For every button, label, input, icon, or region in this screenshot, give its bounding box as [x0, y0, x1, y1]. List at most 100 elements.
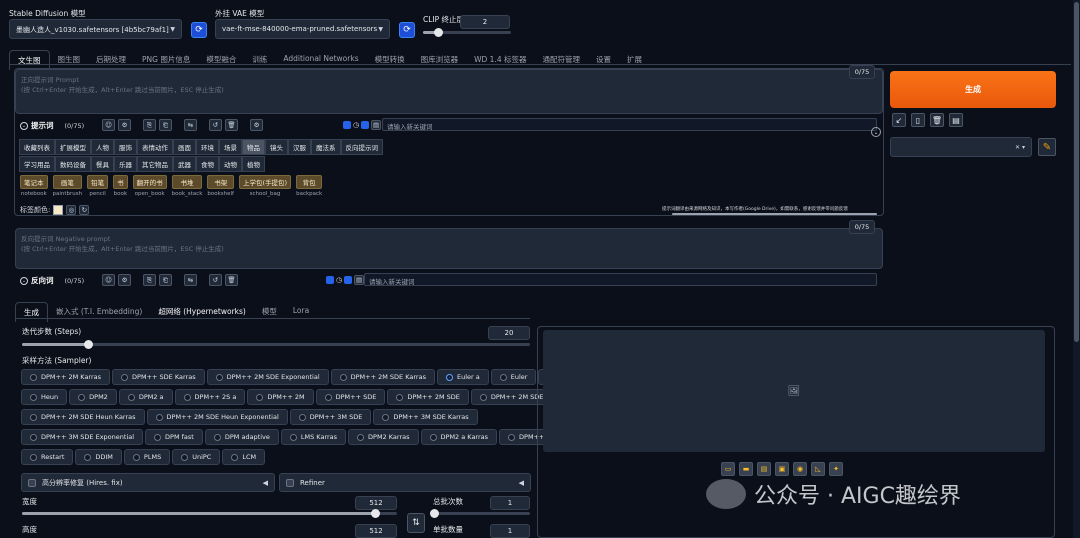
tag-subcategory-tab[interactable]: 其它物品 [137, 156, 173, 172]
copy-icon[interactable]: ⎘ [143, 119, 156, 131]
radio-dot[interactable] [78, 393, 86, 401]
radio-dot[interactable] [479, 393, 487, 401]
swap-dimensions-icon[interactable]: ⇅ [407, 513, 425, 533]
subtab-2[interactable]: 超网络 (Hypernetworks) [150, 302, 254, 322]
subtab-4[interactable]: Lora [285, 302, 317, 322]
expand-icon[interactable]: ⌄ [871, 127, 881, 137]
gear-icon[interactable]: ⚙ [118, 119, 131, 131]
vae-select[interactable]: vae-ft-mse-840000-ema-pruned.safetensors… [215, 19, 390, 39]
tag-subcategory-tab[interactable]: 武器 [173, 156, 196, 172]
collapse-icon[interactable]: ⌄ [20, 121, 28, 130]
radio-dot[interactable] [298, 413, 306, 421]
radio-dot[interactable] [499, 373, 507, 381]
tab-7[interactable]: 模型转换 [367, 50, 413, 70]
tag-subcategory-tab[interactable]: 乐器 [114, 156, 137, 172]
sampler-option[interactable]: Restart [21, 449, 74, 465]
width-slider[interactable] [22, 509, 397, 518]
check-icon[interactable]: ↙ [892, 113, 906, 127]
sampler-option[interactable]: LMS Karras [280, 429, 347, 445]
trash-icon[interactable]: 🗑 [225, 119, 238, 131]
filter-icon[interactable]: ▤ [354, 275, 365, 285]
radio-dot[interactable] [127, 393, 135, 401]
toggle-checkbox[interactable] [361, 121, 370, 129]
clear-icon[interactable]: ✕ ▾ [1015, 144, 1025, 151]
sampler-option[interactable]: DPM++ 2M SDE [387, 389, 469, 405]
tab-11[interactable]: 设置 [588, 50, 619, 70]
negative-keyword-input[interactable]: 请输入新关键词 [364, 273, 877, 286]
tag-chip[interactable]: 笔记本 notebook [20, 175, 48, 197]
ruler-icon[interactable]: ◺ [811, 462, 825, 476]
palette-icon[interactable]: ◉ [793, 462, 807, 476]
toggle-checkbox[interactable] [326, 276, 334, 284]
radio-dot[interactable] [121, 373, 129, 381]
tab-1[interactable]: 图生图 [50, 50, 89, 70]
filter-icon[interactable]: ▤ [371, 120, 382, 130]
sampler-option[interactable]: Euler a [436, 369, 489, 385]
history-icon[interactable]: ↺ [209, 119, 222, 131]
radio-dot[interactable] [215, 373, 223, 381]
tag-chip[interactable]: 铅笔 pencil [87, 175, 109, 197]
history-icon[interactable]: ↺ [209, 274, 222, 286]
tag-category-tab[interactable]: 魔法系 [311, 139, 341, 155]
tag-subcategory-tab[interactable]: 动物 [219, 156, 242, 172]
tag-chip[interactable]: 背包 backpack [296, 175, 323, 197]
tag-subcategory-tab[interactable]: 植物 [242, 156, 265, 172]
tab-0[interactable]: 文生图 [9, 50, 50, 70]
copy-icon[interactable]: ⎘ [143, 274, 156, 286]
radio-dot[interactable] [396, 393, 404, 401]
page-scrollbar[interactable] [1073, 0, 1080, 538]
radio-dot[interactable] [429, 433, 437, 441]
model-select[interactable]: 墨幽人造人_v1030.safetensors [4b5bc79af1] ▼ [9, 19, 182, 39]
notepad-icon[interactable]: ▤ [949, 113, 963, 127]
radio-dot[interactable] [30, 413, 37, 421]
refresh-vae-icon[interactable]: ⟳ [399, 22, 415, 38]
sampler-option[interactable]: DPM++ 3M SDE Karras [373, 409, 478, 425]
tag-category-tab[interactable]: 反向提示词 [340, 139, 383, 155]
sampler-option[interactable]: DPM2 a Karras [420, 429, 498, 445]
tag-category-tab[interactable]: 汉服 [288, 139, 311, 155]
styles-select[interactable]: ✕ ▾ [890, 137, 1032, 157]
toggle-checkbox[interactable] [344, 276, 353, 284]
tag-chip[interactable]: 画笔 paintbrush [52, 175, 83, 197]
sampler-option[interactable]: DPM++ SDE Karras [112, 369, 205, 385]
tag-subcategory-tab[interactable]: 数码设备 [55, 156, 91, 172]
radio-dot[interactable] [508, 433, 516, 441]
tag-category-tab[interactable]: 物品 [242, 139, 265, 155]
radio-dot[interactable] [155, 413, 163, 421]
radio-dot[interactable] [213, 433, 221, 441]
radio-dot[interactable] [289, 433, 297, 441]
radio-dot[interactable] [30, 433, 37, 441]
toggle-checkbox[interactable] [343, 121, 351, 129]
sampler-option[interactable]: DPM++ 2M SDE Karras [330, 369, 435, 385]
tab-6[interactable]: Additional Networks [275, 50, 366, 70]
swap-icon[interactable]: ⇆ [184, 119, 197, 131]
sampler-option[interactable]: DPM fast [145, 429, 203, 445]
sampler-option[interactable]: DPM++ 2M [247, 389, 314, 405]
settings-icon[interactable]: ⚙ [250, 119, 263, 131]
tag-subcategory-tab[interactable]: 学习用品 [19, 156, 55, 172]
emoji-icon[interactable]: ☺ [102, 274, 115, 286]
sampler-option[interactable]: DPM2 [69, 389, 117, 405]
subtab-3[interactable]: 模型 [254, 302, 285, 322]
radio-dot[interactable] [30, 453, 37, 461]
tag-category-tab[interactable]: 收藏列表 [19, 139, 55, 155]
radio-dot[interactable] [30, 373, 37, 381]
sampler-option[interactable]: DPM++ 2M SDE Exponential [206, 369, 329, 385]
sampler-option[interactable]: DPM2 a [118, 389, 173, 405]
sampler-option[interactable]: Heun [21, 389, 68, 405]
sparkle-icon[interactable]: ✦ [829, 462, 843, 476]
batch-size-input[interactable]: 1 [490, 524, 530, 538]
sampler-option[interactable]: DPM++ SDE [315, 389, 386, 405]
radio-dot[interactable] [339, 373, 347, 381]
edit-styles-icon[interactable]: ✎ [1038, 138, 1056, 156]
hires-fix-accordion[interactable]: 高分辨率修复 (Hires. fix) ◀ [21, 473, 275, 492]
clipboard-icon[interactable]: ▯ [911, 113, 925, 127]
prompt-textarea[interactable]: 正向提示词 Prompt (按 Ctrl+Enter 开始生成，Alt+Ente… [15, 69, 883, 114]
paste-icon[interactable]: ⎗ [159, 119, 172, 131]
tag-chip[interactable]: 翻开的书 open_book [132, 175, 167, 197]
radio-dot[interactable] [324, 393, 332, 401]
reset-icon[interactable]: ↻ [79, 205, 90, 215]
swap-icon[interactable]: ⇆ [184, 274, 197, 286]
clip-slider[interactable] [423, 28, 511, 37]
tab-9[interactable]: WD 1.4 标签器 [466, 50, 534, 70]
